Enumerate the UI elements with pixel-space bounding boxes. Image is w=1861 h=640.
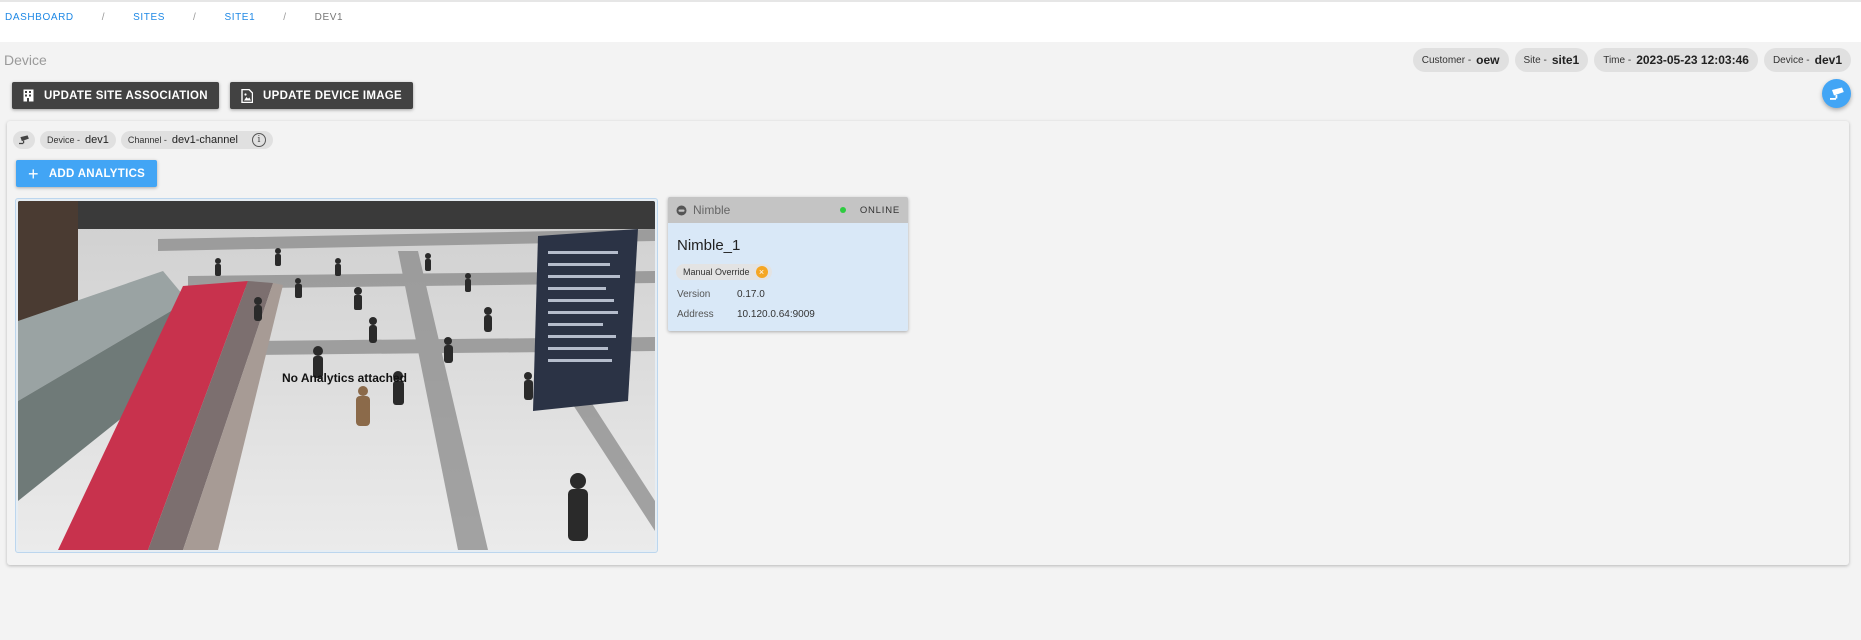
- breadcrumb-sites[interactable]: SITES: [133, 12, 165, 23]
- time-chip-value: 2023-05-23 12:03:46: [1636, 53, 1749, 67]
- plus-icon: +: [28, 163, 39, 184]
- time-chip-key: Time -: [1603, 54, 1632, 66]
- top-bar: DASHBOARD / SITES / SITE1 / DEV1: [0, 0, 1861, 42]
- channel-chip: Channel - dev1-channel i: [120, 131, 273, 149]
- customer-chip-value: oew: [1476, 53, 1500, 67]
- site-chip-key: Site -: [1523, 54, 1547, 66]
- camera-chip: [13, 131, 35, 149]
- version-row: Version 0.17.0: [677, 289, 765, 300]
- address-row: Address 10.120.0.64:9009: [677, 309, 815, 320]
- address-label: Address: [677, 309, 714, 320]
- breadcrumb-site1[interactable]: SITE1: [224, 12, 255, 23]
- info-circle-icon[interactable]: i: [251, 133, 266, 147]
- add-analytics-button[interactable]: + ADD ANALYTICS: [16, 160, 158, 187]
- update-site-association-button[interactable]: UPDATE SITE ASSOCIATION: [12, 82, 219, 109]
- nimble-logo-icon: [676, 205, 687, 215]
- update-device-image-button[interactable]: UPDATE DEVICE IMAGE: [230, 82, 414, 109]
- add-analytics-label: ADD ANALYTICS: [48, 167, 146, 180]
- customer-chip-key: Customer -: [1421, 54, 1472, 66]
- analytics-card[interactable]: Nimble ONLINE Nimble_1 Manual Override ×…: [668, 197, 908, 331]
- building-icon: [23, 89, 34, 102]
- manual-override-chip: Manual Override ×: [676, 264, 772, 280]
- address-value: 10.120.0.64:9009: [737, 309, 815, 320]
- analytics-name: Nimble_1: [677, 237, 741, 254]
- device-channel-panel: Device - dev1 Channel - dev1-channel i +…: [7, 121, 1849, 565]
- customer-chip: Customer - oew: [1412, 48, 1509, 72]
- device-chip-value: dev1: [1814, 53, 1842, 67]
- device-chip-small: Device - dev1: [40, 131, 116, 149]
- analytics-status: ONLINE: [859, 204, 900, 216]
- camera-video-frame[interactable]: No Analytics attached: [15, 198, 658, 553]
- cctv-camera-icon: [19, 135, 29, 145]
- breadcrumb: DASHBOARD / SITES / SITE1 / DEV1: [5, 12, 343, 23]
- channel-chip-key: Channel -: [127, 135, 167, 145]
- breadcrumb-separator: /: [193, 12, 197, 23]
- site-chip-value: site1: [1551, 53, 1580, 67]
- online-status-dot: [839, 207, 846, 213]
- breadcrumb-dev1: DEV1: [314, 12, 344, 23]
- version-value: 0.17.0: [737, 289, 765, 300]
- no-analytics-overlay: No Analytics attached: [282, 371, 407, 385]
- analytics-brand: Nimble: [693, 203, 731, 217]
- close-icon[interactable]: ×: [755, 266, 768, 278]
- version-label: Version: [677, 289, 711, 300]
- site-chip: Site - site1: [1514, 48, 1589, 72]
- update-site-association-label: UPDATE SITE ASSOCIATION: [44, 89, 208, 102]
- image-file-icon: [241, 88, 253, 103]
- page-title: Device: [4, 52, 47, 68]
- camera-fab-button[interactable]: [1822, 79, 1851, 108]
- update-device-image-label: UPDATE DEVICE IMAGE: [263, 89, 403, 102]
- context-chips: Customer - oew Site - site1 Time - 2023-…: [1412, 48, 1851, 72]
- device-chip: Device - dev1: [1763, 48, 1851, 72]
- cctv-camera-icon: [1829, 87, 1844, 100]
- breadcrumb-separator: /: [101, 12, 106, 23]
- breadcrumb-separator: /: [283, 12, 287, 23]
- channel-chips: Device - dev1 Channel - dev1-channel i: [13, 131, 273, 149]
- manual-override-label: Manual Override: [683, 267, 750, 277]
- device-chip-key: Device -: [1772, 54, 1810, 66]
- analytics-card-header: Nimble ONLINE: [668, 197, 908, 223]
- device-chip-small-key: Device -: [47, 135, 81, 145]
- time-chip: Time - 2023-05-23 12:03:46: [1594, 48, 1758, 72]
- breadcrumb-dashboard[interactable]: DASHBOARD: [5, 12, 74, 23]
- channel-chip-value: dev1-channel: [171, 134, 238, 146]
- camera-snapshot: No Analytics attached: [18, 201, 655, 550]
- device-chip-small-value: dev1: [85, 134, 109, 146]
